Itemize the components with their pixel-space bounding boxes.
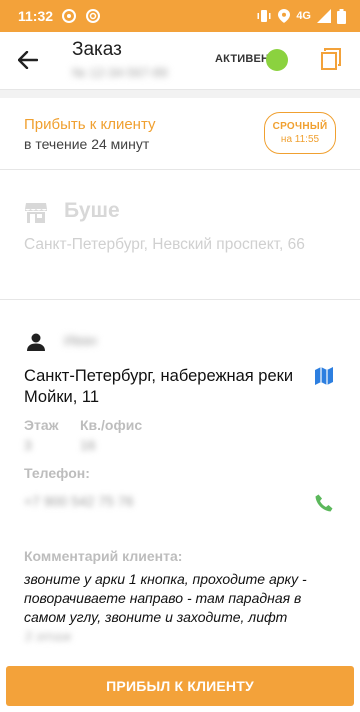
floor-value: 3 bbox=[24, 437, 32, 453]
urgent-badge-title: СРОЧНЫЙ bbox=[272, 121, 328, 132]
back-button[interactable] bbox=[14, 46, 42, 74]
vibrate-icon bbox=[256, 9, 272, 23]
arrow-left-icon bbox=[18, 51, 38, 69]
battery-icon bbox=[337, 8, 346, 24]
pickup-address: Санкт-Петербург, Невский проспект, 66 bbox=[24, 236, 305, 253]
network-type: 4G bbox=[296, 10, 311, 22]
client-address: Санкт-Петербург, набережная реки Мойки, … bbox=[24, 367, 294, 406]
apartment-label: Кв./офис bbox=[80, 417, 143, 433]
copy-button[interactable] bbox=[318, 46, 344, 72]
pickup-name: Буше bbox=[64, 199, 120, 222]
pickup-section: Буше Санкт-Петербург, Невский проспект, … bbox=[0, 171, 360, 300]
arrival-title: Прибыть к клиенту bbox=[24, 116, 156, 133]
notification-icon bbox=[61, 8, 77, 24]
floor-label: Этаж bbox=[24, 417, 59, 433]
store-icon bbox=[25, 203, 47, 223]
urgent-badge: СРОЧНЫЙ на 11:55 bbox=[264, 112, 336, 154]
arrival-eta: в течение 24 минут bbox=[24, 136, 150, 152]
arrival-section: Прибыть к клиенту в течение 24 минут СРО… bbox=[0, 98, 360, 170]
status-time: 11:32 bbox=[18, 8, 54, 24]
client-comment: звоните у арки 1 кнопка, проходите арку … bbox=[24, 571, 307, 625]
app-bar: Заказ № 12-34-567-89 АКТИВЕН bbox=[0, 32, 360, 90]
client-name: Иван bbox=[64, 332, 97, 348]
apartment-value: 16 bbox=[80, 437, 96, 453]
page-title: Заказ bbox=[72, 39, 122, 60]
order-number: № 12-34-567-89 bbox=[72, 65, 168, 80]
person-icon bbox=[27, 333, 45, 351]
signal-icon bbox=[317, 9, 331, 23]
arrived-button[interactable]: ПРИБЫЛ К КЛИЕНТУ bbox=[6, 666, 354, 706]
client-section: Иван Санкт-Петербург, набережная реки Мо… bbox=[0, 300, 360, 660]
phone-label: Телефон: bbox=[24, 465, 90, 481]
open-map-button[interactable] bbox=[314, 366, 334, 386]
phone-icon bbox=[315, 494, 333, 512]
copy-icon bbox=[321, 48, 341, 70]
call-button[interactable] bbox=[314, 493, 334, 513]
location-icon bbox=[278, 9, 291, 23]
map-icon bbox=[315, 367, 333, 385]
order-status-label: АКТИВЕН bbox=[215, 53, 270, 65]
notification-icon bbox=[85, 8, 101, 24]
urgent-badge-time: на 11:55 bbox=[280, 134, 320, 145]
section-divider bbox=[0, 90, 360, 98]
comment-label: Комментарий клиента: bbox=[24, 548, 183, 564]
status-bar: 11:32 4G bbox=[0, 0, 360, 32]
order-status-indicator bbox=[266, 49, 288, 71]
phone-value[interactable]: +7 900 542 75 76 bbox=[24, 493, 133, 509]
client-comment-hidden: 3 этаж bbox=[24, 628, 72, 644]
